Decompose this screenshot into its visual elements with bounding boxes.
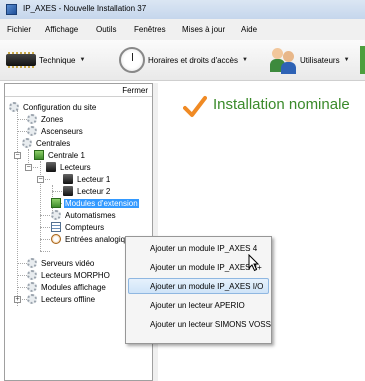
tree-item-modules-extension[interactable]: Modules d'extension bbox=[51, 197, 139, 209]
gear-icon bbox=[51, 210, 61, 220]
tree-item-zones[interactable]: Zones bbox=[27, 113, 64, 125]
close-panel-button[interactable]: Fermer bbox=[122, 86, 148, 95]
title-bar: IP_AXES - Nouvelle Installation 37 bbox=[0, 0, 365, 19]
tree-item-compteurs[interactable]: Compteurs bbox=[51, 221, 105, 233]
window-title: IP_AXES - Nouvelle Installation 37 bbox=[23, 4, 147, 13]
controller-icon bbox=[34, 150, 44, 160]
menu-affichage[interactable]: Affichage bbox=[45, 25, 78, 34]
menu-aide[interactable]: Aide bbox=[241, 25, 257, 34]
collapse-centrales-toggle[interactable]: − bbox=[14, 152, 21, 159]
tree-item-lecteurs[interactable]: Lecteurs bbox=[46, 161, 92, 173]
users-icon bbox=[269, 46, 297, 74]
gear-icon bbox=[22, 138, 32, 148]
menu-mises-a-jour[interactable]: Mises à jour bbox=[182, 25, 225, 34]
horaires-button[interactable]: Horaires et droits d'accès ▼ bbox=[119, 40, 248, 80]
tree-item-ascenseurs[interactable]: Ascenseurs bbox=[27, 125, 84, 137]
reader-icon bbox=[46, 162, 56, 172]
collapse-centrale1-toggle[interactable]: − bbox=[25, 164, 32, 171]
gear-icon bbox=[27, 294, 37, 304]
app-icon bbox=[6, 4, 17, 15]
reader-icon bbox=[63, 186, 73, 196]
menu-item-add-ip-axes-io[interactable]: Ajouter un module IP_AXES I/O bbox=[128, 278, 269, 294]
menu-fenetres[interactable]: Fenêtres bbox=[134, 25, 166, 34]
reader-icon bbox=[63, 174, 73, 184]
gear-icon bbox=[27, 270, 37, 280]
horaires-label: Horaires et droits d'accès bbox=[148, 55, 239, 65]
tree-item-lecteur-2[interactable]: Lecteur 2 bbox=[63, 185, 111, 197]
chevron-down-icon: ▼ bbox=[79, 57, 86, 63]
utilisateurs-label: Utilisateurs bbox=[300, 55, 340, 65]
tree-item-lecteurs-morpho[interactable]: Lecteurs MORPHO bbox=[27, 269, 111, 281]
collapse-lecteurs-toggle[interactable]: − bbox=[37, 176, 44, 183]
gauge-icon bbox=[51, 234, 61, 244]
tree-item-modules-affichage[interactable]: Modules affichage bbox=[27, 281, 107, 293]
menu-item-add-aperio[interactable]: Ajouter un lecteur APERIO bbox=[128, 297, 269, 313]
menu-outils[interactable]: Outils bbox=[96, 25, 116, 34]
technique-label: Technique bbox=[39, 55, 76, 65]
module-icon bbox=[51, 198, 61, 208]
counter-icon bbox=[51, 222, 61, 232]
gear-icon bbox=[27, 258, 37, 268]
tree-item-centrales[interactable]: Centrales bbox=[22, 137, 71, 149]
tree-item-automatismes[interactable]: Automatismes bbox=[51, 209, 117, 221]
gear-icon bbox=[27, 126, 37, 136]
gear-icon bbox=[9, 102, 19, 112]
checkmark-icon bbox=[183, 96, 207, 117]
technique-button[interactable]: Technique ▼ bbox=[6, 40, 85, 80]
utilisateurs-button[interactable]: Utilisateurs ▼ bbox=[269, 40, 350, 80]
menu-item-add-simons-voss[interactable]: Ajouter un lecteur SIMONS VOSS bbox=[128, 316, 271, 332]
menu-fichier[interactable]: Fichier bbox=[7, 25, 31, 34]
toolbar: Technique ▼ Horaires et droits d'accès ▼… bbox=[0, 40, 365, 81]
menu-bar: Fichier Affichage Outils Fenêtres Mises … bbox=[0, 19, 365, 40]
clock-icon bbox=[119, 47, 145, 73]
gear-icon bbox=[27, 114, 37, 124]
context-menu: Ajouter un module IP_AXES 4 Ajouter un m… bbox=[125, 236, 272, 344]
next-toolbar-icon[interactable] bbox=[360, 46, 365, 74]
expand-lecteurs-offline-toggle[interactable]: + bbox=[14, 296, 21, 303]
chevron-down-icon: ▼ bbox=[343, 57, 350, 63]
chevron-down-icon: ▼ bbox=[242, 57, 248, 63]
tree-item-configuration[interactable]: Configuration du site bbox=[9, 101, 97, 113]
chip-icon bbox=[6, 52, 36, 68]
status-text: Installation nominale bbox=[213, 96, 350, 113]
tree-item-serveurs-video[interactable]: Serveurs vidéo bbox=[27, 257, 95, 269]
gear-icon bbox=[27, 282, 37, 292]
tree-item-centrale-1[interactable]: Centrale 1 bbox=[34, 149, 86, 161]
mouse-pointer-icon bbox=[248, 254, 260, 272]
tree-item-lecteurs-offline[interactable]: Lecteurs offline bbox=[27, 293, 96, 305]
tree-item-lecteur-1[interactable]: Lecteur 1 bbox=[63, 173, 111, 185]
